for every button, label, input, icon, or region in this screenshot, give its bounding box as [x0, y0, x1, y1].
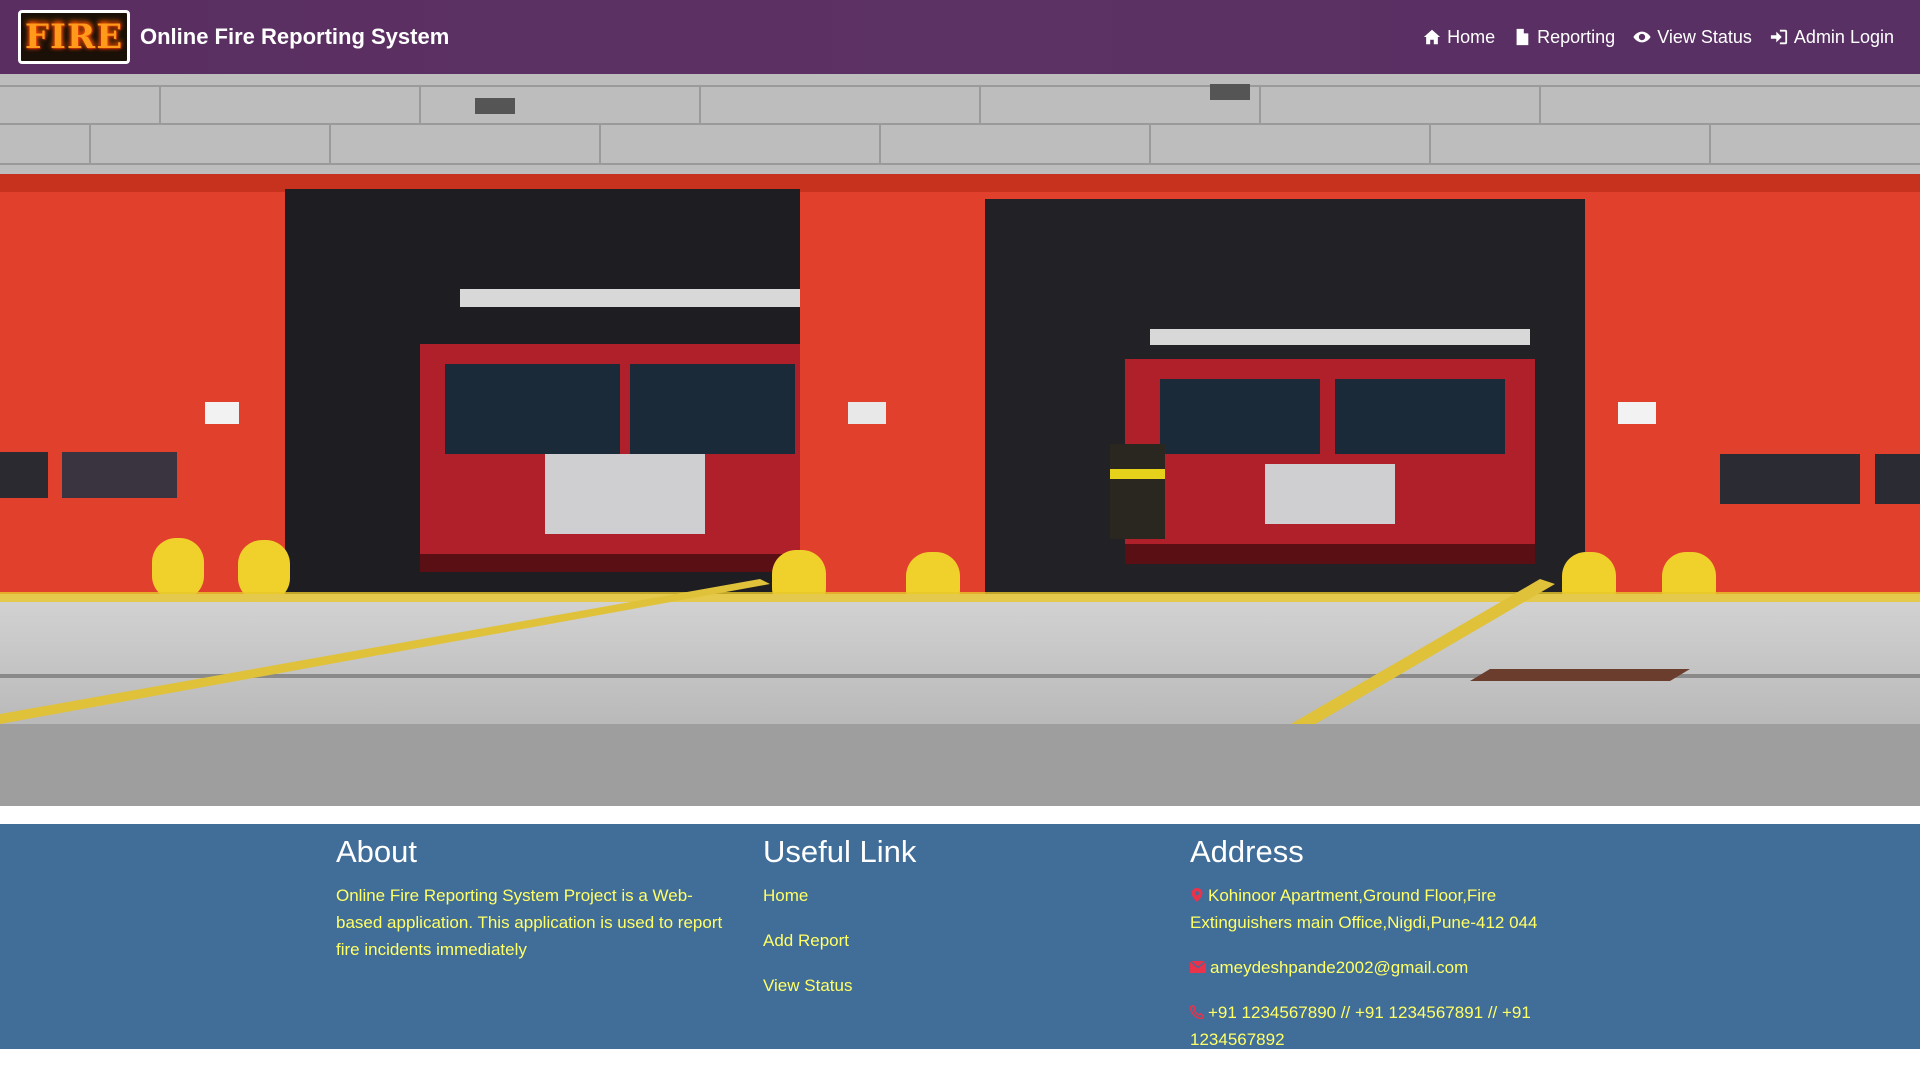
address-location-text: Kohinoor Apartment,Ground Floor,Fire Ext…	[1190, 886, 1538, 932]
nav-view-status[interactable]: View Status	[1633, 27, 1752, 48]
main-nav: Home Reporting View Status Admin Login	[1423, 27, 1894, 48]
file-icon	[1516, 28, 1529, 46]
useful-links-section: Useful Link Home Add Report View Status	[763, 834, 1153, 1017]
fire-logo[interactable]: FIRE	[18, 10, 130, 64]
nav-admin-login[interactable]: Admin Login	[1770, 27, 1894, 48]
eye-icon	[1633, 31, 1651, 43]
nav-home-label: Home	[1447, 26, 1496, 47]
hero-image-fire-station	[0, 74, 1920, 806]
address-email: ameydeshpande2002@gmail.com	[1190, 954, 1590, 981]
about-section: About Online Fire Reporting System Proje…	[336, 834, 726, 963]
footer: About Online Fire Reporting System Proje…	[0, 824, 1920, 1049]
phone-icon	[1190, 1005, 1204, 1019]
address-phone-text: +91 1234567890 // +91 1234567891 // +91 …	[1190, 1003, 1531, 1049]
nav-reporting[interactable]: Reporting	[1513, 27, 1615, 48]
site-title[interactable]: Online Fire Reporting System	[140, 24, 449, 50]
fire-station-illustration	[0, 74, 1920, 806]
address-location: Kohinoor Apartment,Ground Floor,Fire Ext…	[1190, 882, 1590, 936]
map-marker-icon	[1191, 888, 1203, 902]
useful-links-heading: Useful Link	[763, 834, 917, 869]
nav-admin-login-label: Admin Login	[1793, 26, 1894, 47]
address-heading: Address	[1190, 834, 1304, 869]
nav-home[interactable]: Home	[1423, 27, 1495, 48]
logo-text: FIRE	[24, 17, 124, 57]
footer-link-home[interactable]: Home	[763, 882, 1153, 909]
address-email-text: ameydeshpande2002@gmail.com	[1210, 958, 1469, 977]
footer-link-view-status[interactable]: View Status	[763, 972, 1153, 999]
address-section: Address Kohinoor Apartment,Ground Floor,…	[1190, 834, 1590, 1071]
footer-link-add-report[interactable]: Add Report	[763, 927, 1153, 954]
sign-in-icon	[1770, 29, 1788, 45]
nav-reporting-label: Reporting	[1537, 26, 1616, 47]
envelope-icon	[1190, 960, 1206, 973]
home-icon	[1424, 29, 1441, 45]
brand[interactable]: FIRE Online Fire Reporting System	[18, 10, 449, 64]
about-heading: About	[336, 834, 418, 869]
about-text: Online Fire Reporting System Project is …	[336, 886, 723, 959]
navbar: FIRE Online Fire Reporting System Home R…	[0, 0, 1920, 74]
address-phone: +91 1234567890 // +91 1234567891 // +91 …	[1190, 999, 1590, 1053]
nav-view-status-label: View Status	[1657, 26, 1752, 47]
